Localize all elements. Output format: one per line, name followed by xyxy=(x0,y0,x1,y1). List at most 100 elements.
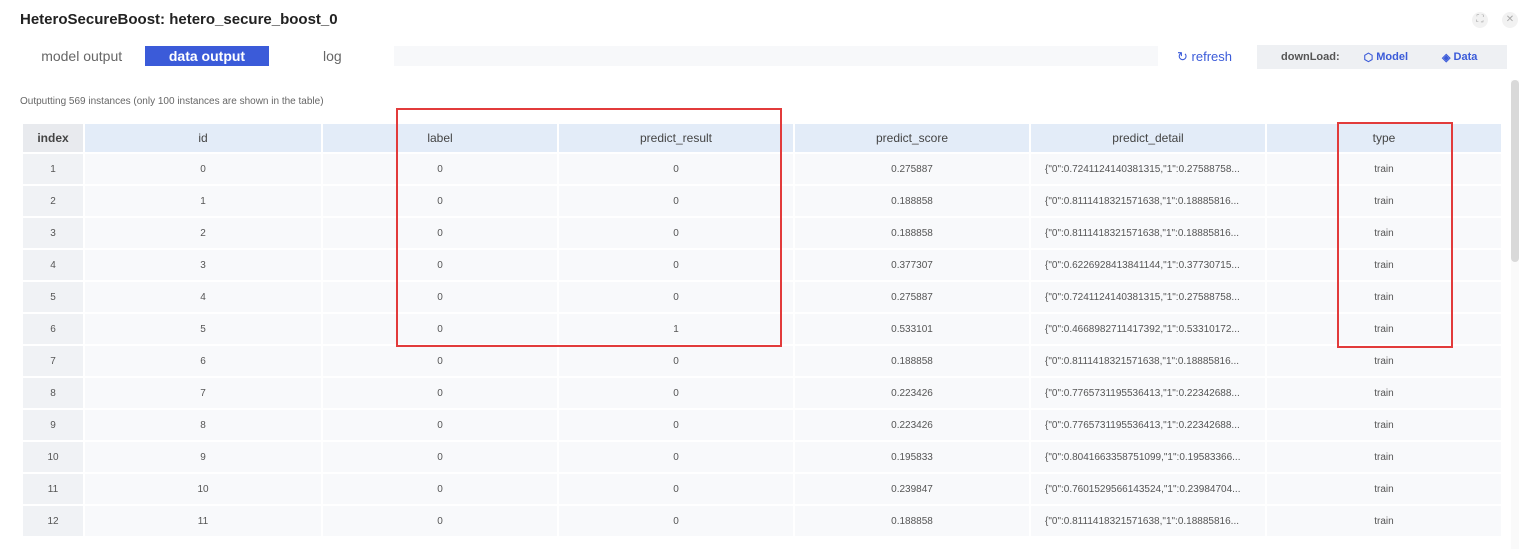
cell-type: train xyxy=(1267,186,1501,218)
cell-predict-score: 0.188858 xyxy=(795,186,1029,218)
download-data-button[interactable]: ◈ Data xyxy=(1442,51,1477,64)
table-row[interactable]: 4 3 0 0 0.377307 {"0":0.6226928413841144,"1":… xyxy=(23,250,1501,282)
column-header-type[interactable]: type xyxy=(1267,124,1501,154)
cell-predict-result: 0 xyxy=(559,506,793,538)
cell-predict-detail: {"0":0.8041663358751099,"1":0.19583366..… xyxy=(1031,442,1265,474)
cell-index: 12 xyxy=(23,506,83,538)
cell-type: train xyxy=(1267,474,1501,506)
cell-type: train xyxy=(1267,410,1501,442)
cell-index: 7 xyxy=(23,346,83,378)
window-controls: ⛶ ✕ xyxy=(1472,12,1518,28)
cell-predict-detail: {"0":0.6226928413841144,"1":0.37730715..… xyxy=(1031,250,1265,282)
tab-data-output[interactable]: data output xyxy=(145,46,269,66)
cell-index: 1 xyxy=(23,154,83,186)
cell-label: 0 xyxy=(323,346,557,378)
fullscreen-icon[interactable]: ⛶ xyxy=(1472,12,1488,28)
cell-index: 3 xyxy=(23,218,83,250)
cell-id: 10 xyxy=(85,474,321,506)
table-row[interactable]: 6 5 0 1 0.533101 {"0":0.4668982711417392,"1":… xyxy=(23,314,1501,346)
cell-type: train xyxy=(1267,250,1501,282)
cell-type: train xyxy=(1267,218,1501,250)
download-model-label: Model xyxy=(1376,51,1409,63)
cell-predict-detail: {"0":0.7241124140381315,"1":0.27588758..… xyxy=(1031,154,1265,186)
cell-predict-score: 0.275887 xyxy=(795,282,1029,314)
table-row[interactable]: 9 8 0 0 0.223426 {"0":0.7765731195536413,"1":… xyxy=(23,410,1501,442)
cell-id: 3 xyxy=(85,250,321,282)
cell-predict-detail: {"0":0.4668982711417392,"1":0.53310172..… xyxy=(1031,314,1265,346)
cell-predict-detail: {"0":0.8111418321571638,"1":0.18885816..… xyxy=(1031,506,1265,538)
cell-type: train xyxy=(1267,506,1501,538)
cell-id: 1 xyxy=(85,186,321,218)
cell-index: 10 xyxy=(23,442,83,474)
tab-log[interactable]: log xyxy=(271,46,394,66)
column-header-predict-score[interactable]: predict_score xyxy=(795,124,1029,154)
table-row[interactable]: 8 7 0 0 0.223426 {"0":0.7765731195536413,"1":… xyxy=(23,378,1501,410)
refresh-label: refresh xyxy=(1191,49,1232,64)
scrollbar-thumb[interactable] xyxy=(1511,80,1519,262)
cell-type: train xyxy=(1267,154,1501,186)
cell-predict-result: 0 xyxy=(559,154,793,186)
close-icon[interactable]: ✕ xyxy=(1502,12,1518,28)
cell-predict-detail: {"0":0.7601529566143524,"1":0.23984704..… xyxy=(1031,474,1265,506)
download-model-button[interactable]: ⬡ Model xyxy=(1364,51,1408,64)
table-row[interactable]: 2 1 0 0 0.188858 {"0":0.8111418321571638,"1":… xyxy=(23,186,1501,218)
cell-predict-detail: {"0":0.7241124140381315,"1":0.27588758..… xyxy=(1031,282,1265,314)
table-body: 1 0 0 0 0.275887 {"0":0.7241124140381315,"1":… xyxy=(23,154,1501,538)
table-row[interactable]: 12 11 0 0 0.188858 {"0":0.8111418321571638,"1… xyxy=(23,506,1501,538)
table-row[interactable]: 10 9 0 0 0.195833 {"0":0.8041663358751099,"1"… xyxy=(23,442,1501,474)
cell-id: 8 xyxy=(85,410,321,442)
cell-predict-detail: {"0":0.8111418321571638,"1":0.18885816..… xyxy=(1031,186,1265,218)
cell-index: 9 xyxy=(23,410,83,442)
model-icon: ⬡ xyxy=(1363,51,1374,64)
cell-predict-result: 0 xyxy=(559,250,793,282)
download-bar: downLoad: ⬡ Model ◈ Data xyxy=(1257,45,1507,69)
cell-index: 4 xyxy=(23,250,83,282)
refresh-button[interactable]: ↻ refresh xyxy=(1177,49,1232,65)
tab-model-output[interactable]: model output xyxy=(20,46,143,66)
cell-predict-score: 0.188858 xyxy=(795,506,1029,538)
cell-predict-result: 0 xyxy=(559,186,793,218)
download-data-label: Data xyxy=(1453,51,1478,63)
cell-type: train xyxy=(1267,314,1501,346)
window-title: HeteroSecureBoost: hetero_secure_boost_0 xyxy=(20,11,338,28)
instance-count-text: Outputting 569 instances (only 100 insta… xyxy=(20,96,324,107)
cell-predict-detail: {"0":0.7765731195536413,"1":0.22342688..… xyxy=(1031,378,1265,410)
cell-type: train xyxy=(1267,346,1501,378)
table-row[interactable]: 1 0 0 0 0.275887 {"0":0.7241124140381315,"1":… xyxy=(23,154,1501,186)
cell-label: 0 xyxy=(323,506,557,538)
table-row[interactable]: 5 4 0 0 0.275887 {"0":0.7241124140381315,"1":… xyxy=(23,282,1501,314)
table-row[interactable]: 11 10 0 0 0.239847 {"0":0.7601529566143524,"1… xyxy=(23,474,1501,506)
table-row[interactable]: 7 6 0 0 0.188858 {"0":0.8111418321571638,"1":… xyxy=(23,346,1501,378)
cell-predict-result: 0 xyxy=(559,442,793,474)
cell-predict-score: 0.223426 xyxy=(795,410,1029,442)
cell-label: 0 xyxy=(323,154,557,186)
cell-predict-score: 0.223426 xyxy=(795,378,1029,410)
data-layers-icon: ◈ xyxy=(1442,51,1451,64)
cell-label: 0 xyxy=(323,282,557,314)
cell-predict-score: 0.533101 xyxy=(795,314,1029,346)
cell-predict-result: 0 xyxy=(559,378,793,410)
cell-label: 0 xyxy=(323,314,557,346)
cell-index: 2 xyxy=(23,186,83,218)
cell-index: 8 xyxy=(23,378,83,410)
column-header-label[interactable]: label xyxy=(323,124,557,154)
table-row[interactable]: 3 2 0 0 0.188858 {"0":0.8111418321571638,"1":… xyxy=(23,218,1501,250)
cell-predict-result: 0 xyxy=(559,410,793,442)
cell-predict-result: 0 xyxy=(559,474,793,506)
cell-predict-result: 0 xyxy=(559,346,793,378)
column-header-id[interactable]: id xyxy=(85,124,321,154)
cell-id: 7 xyxy=(85,378,321,410)
column-header-predict-detail[interactable]: predict_detail xyxy=(1031,124,1265,154)
output-tabs: model output data output log xyxy=(20,46,394,66)
data-output-table: index id label predict_result predict_sc… xyxy=(21,124,1503,538)
column-header-index[interactable]: index xyxy=(23,124,83,154)
cell-index: 6 xyxy=(23,314,83,346)
cell-index: 11 xyxy=(23,474,83,506)
cell-predict-score: 0.188858 xyxy=(795,346,1029,378)
cell-id: 4 xyxy=(85,282,321,314)
cell-id: 2 xyxy=(85,218,321,250)
cell-predict-score: 0.195833 xyxy=(795,442,1029,474)
column-header-predict-result[interactable]: predict_result xyxy=(559,124,793,154)
cell-predict-score: 0.188858 xyxy=(795,218,1029,250)
cell-label: 0 xyxy=(323,410,557,442)
